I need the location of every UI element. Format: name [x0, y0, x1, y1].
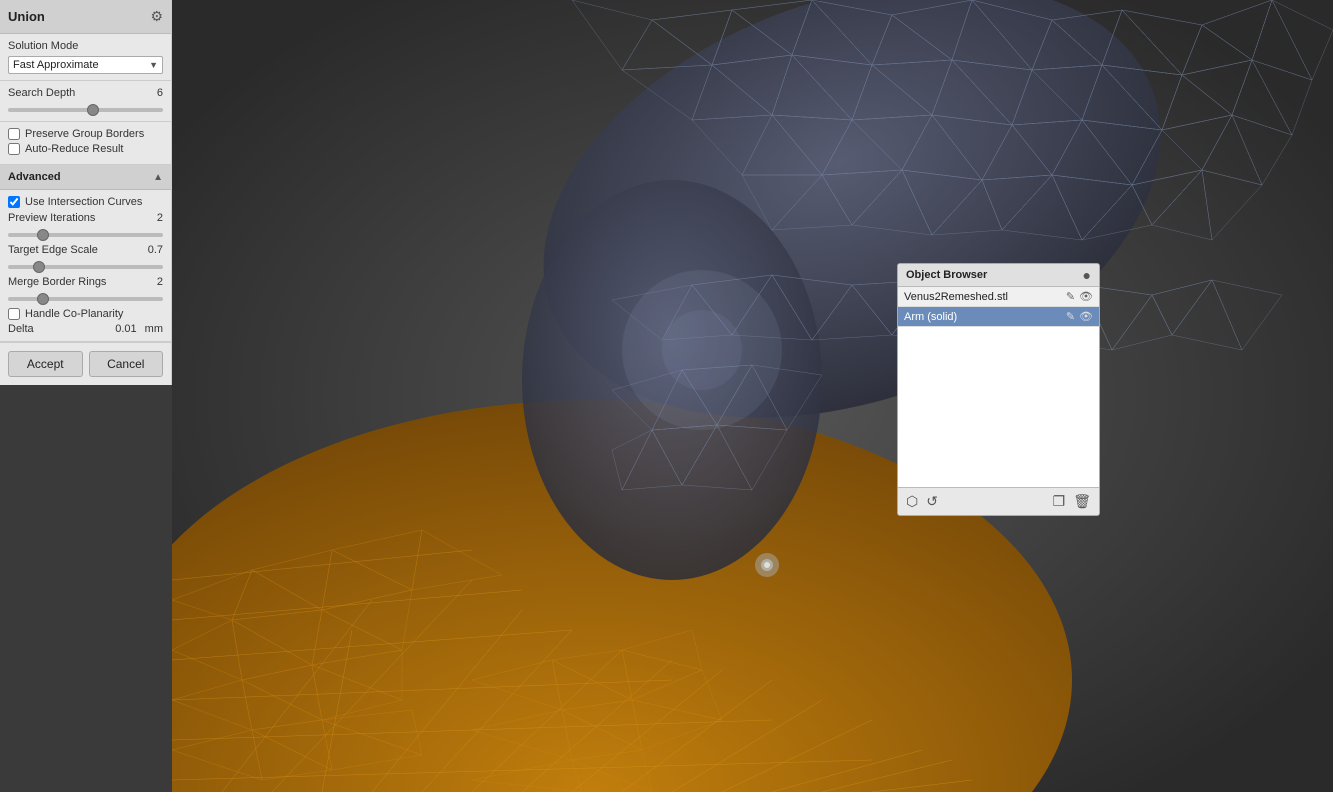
handle-coplanarity-row: Handle Co-Planarity: [8, 308, 163, 320]
bottom-buttons: Accept Cancel: [0, 342, 171, 385]
search-depth-section: Search Depth 6: [0, 81, 171, 122]
intersection-curves-label: Use Intersection Curves: [25, 196, 142, 208]
ob-footer-right-icons: ❐ 🗑: [1053, 493, 1091, 510]
ob-item-arm-icons: ✎ 👁: [1066, 310, 1093, 323]
ob-header: Object Browser ●: [898, 264, 1099, 287]
ob-content-area: [898, 327, 1099, 487]
search-depth-value: 6: [157, 87, 163, 99]
delta-label: Delta: [8, 323, 34, 335]
preserve-group-borders-label: Preserve Group Borders: [25, 128, 144, 140]
solution-mode-section: Solution Mode Fast Approximate Exact App…: [0, 34, 171, 81]
delta-row: Delta 0.01 mm: [8, 323, 163, 335]
iterations-row: Preview Iterations 2: [8, 212, 163, 224]
ob-3d-icon[interactable]: ⬡: [906, 493, 918, 510]
panel-header: Union ⚙: [0, 0, 171, 34]
auto-reduce-result-row: Auto-Reduce Result: [8, 143, 163, 155]
search-depth-row: Search Depth 6: [8, 87, 163, 99]
target-edge-scale-value: 0.7: [148, 244, 163, 256]
advanced-toggle-icon: ▲: [153, 172, 163, 183]
merge-border-rings-label: Merge Border Rings: [8, 276, 106, 288]
handle-coplanarity-label: Handle Co-Planarity: [25, 308, 123, 320]
iterations-slider[interactable]: [8, 233, 163, 237]
ob-arm-material-icon[interactable]: ✎: [1066, 310, 1075, 323]
merge-border-rings-value: 2: [157, 276, 163, 288]
advanced-content: Use Intersection Curves Preview Iteratio…: [0, 190, 171, 342]
solution-mode-label: Solution Mode: [8, 40, 163, 52]
settings-icon[interactable]: ⚙: [150, 8, 163, 25]
ob-delete-icon[interactable]: 🗑: [1073, 493, 1091, 510]
ob-item-venus-name: Venus2Remeshed.stl: [904, 291, 1066, 303]
iterations-label: Preview Iterations: [8, 212, 95, 224]
iterations-value: 2: [157, 212, 163, 224]
ob-close-icon[interactable]: ●: [1083, 268, 1091, 282]
ob-title: Object Browser: [906, 269, 987, 281]
ob-venus-material-icon[interactable]: ✎: [1066, 290, 1075, 303]
search-depth-slider[interactable]: [8, 108, 163, 112]
merge-border-rings-row: Merge Border Rings 2: [8, 276, 163, 288]
intersection-curves-row: Use Intersection Curves: [8, 196, 163, 208]
panel-title: Union: [8, 9, 45, 24]
ob-arm-visibility-icon[interactable]: 👁: [1079, 310, 1093, 323]
ob-footer: ⬡ ↺ ❐ 🗑: [898, 487, 1099, 515]
ob-item-venus-icons: ✎ 👁: [1066, 290, 1093, 303]
ob-footer-left-icons: ⬡ ↺: [906, 493, 938, 510]
solution-mode-select[interactable]: Fast Approximate Exact Approximate: [13, 59, 149, 71]
auto-reduce-result-checkbox[interactable]: [8, 143, 20, 155]
ob-item-arm-name: Arm (solid): [904, 311, 1066, 323]
search-depth-label: Search Depth: [8, 87, 75, 99]
ob-duplicate-icon[interactable]: ❐: [1053, 493, 1066, 510]
cancel-button[interactable]: Cancel: [89, 351, 164, 377]
intersection-curves-checkbox[interactable]: [8, 196, 20, 208]
delta-unit: mm: [145, 323, 163, 335]
ob-refresh-icon[interactable]: ↺: [926, 493, 938, 510]
left-panel: Union ⚙ Solution Mode Fast Approximate E…: [0, 0, 172, 385]
ob-item-venus[interactable]: Venus2Remeshed.stl ✎ 👁: [898, 287, 1099, 307]
target-edge-scale-label: Target Edge Scale: [8, 244, 98, 256]
object-browser: Object Browser ● Venus2Remeshed.stl ✎ 👁 …: [897, 263, 1100, 516]
ob-venus-visibility-icon[interactable]: 👁: [1079, 290, 1093, 303]
advanced-header[interactable]: Advanced ▲: [0, 165, 171, 190]
target-edge-scale-slider[interactable]: [8, 265, 163, 269]
delta-value: 0.01: [115, 323, 136, 335]
preserve-group-borders-checkbox[interactable]: [8, 128, 20, 140]
target-edge-scale-row: Target Edge Scale 0.7: [8, 244, 163, 256]
viewport: [172, 0, 1333, 792]
auto-reduce-result-label: Auto-Reduce Result: [25, 143, 123, 155]
merge-border-rings-slider[interactable]: [8, 297, 163, 301]
advanced-title: Advanced: [8, 171, 61, 183]
handle-coplanarity-checkbox[interactable]: [8, 308, 20, 320]
ob-item-arm[interactable]: Arm (solid) ✎ 👁: [898, 307, 1099, 327]
preserve-group-borders-row: Preserve Group Borders: [8, 128, 163, 140]
accept-button[interactable]: Accept: [8, 351, 83, 377]
options-section: Preserve Group Borders Auto-Reduce Resul…: [0, 122, 171, 165]
solution-mode-dropdown[interactable]: Fast Approximate Exact Approximate ▼: [8, 56, 163, 74]
dropdown-arrow-icon: ▼: [149, 60, 158, 70]
